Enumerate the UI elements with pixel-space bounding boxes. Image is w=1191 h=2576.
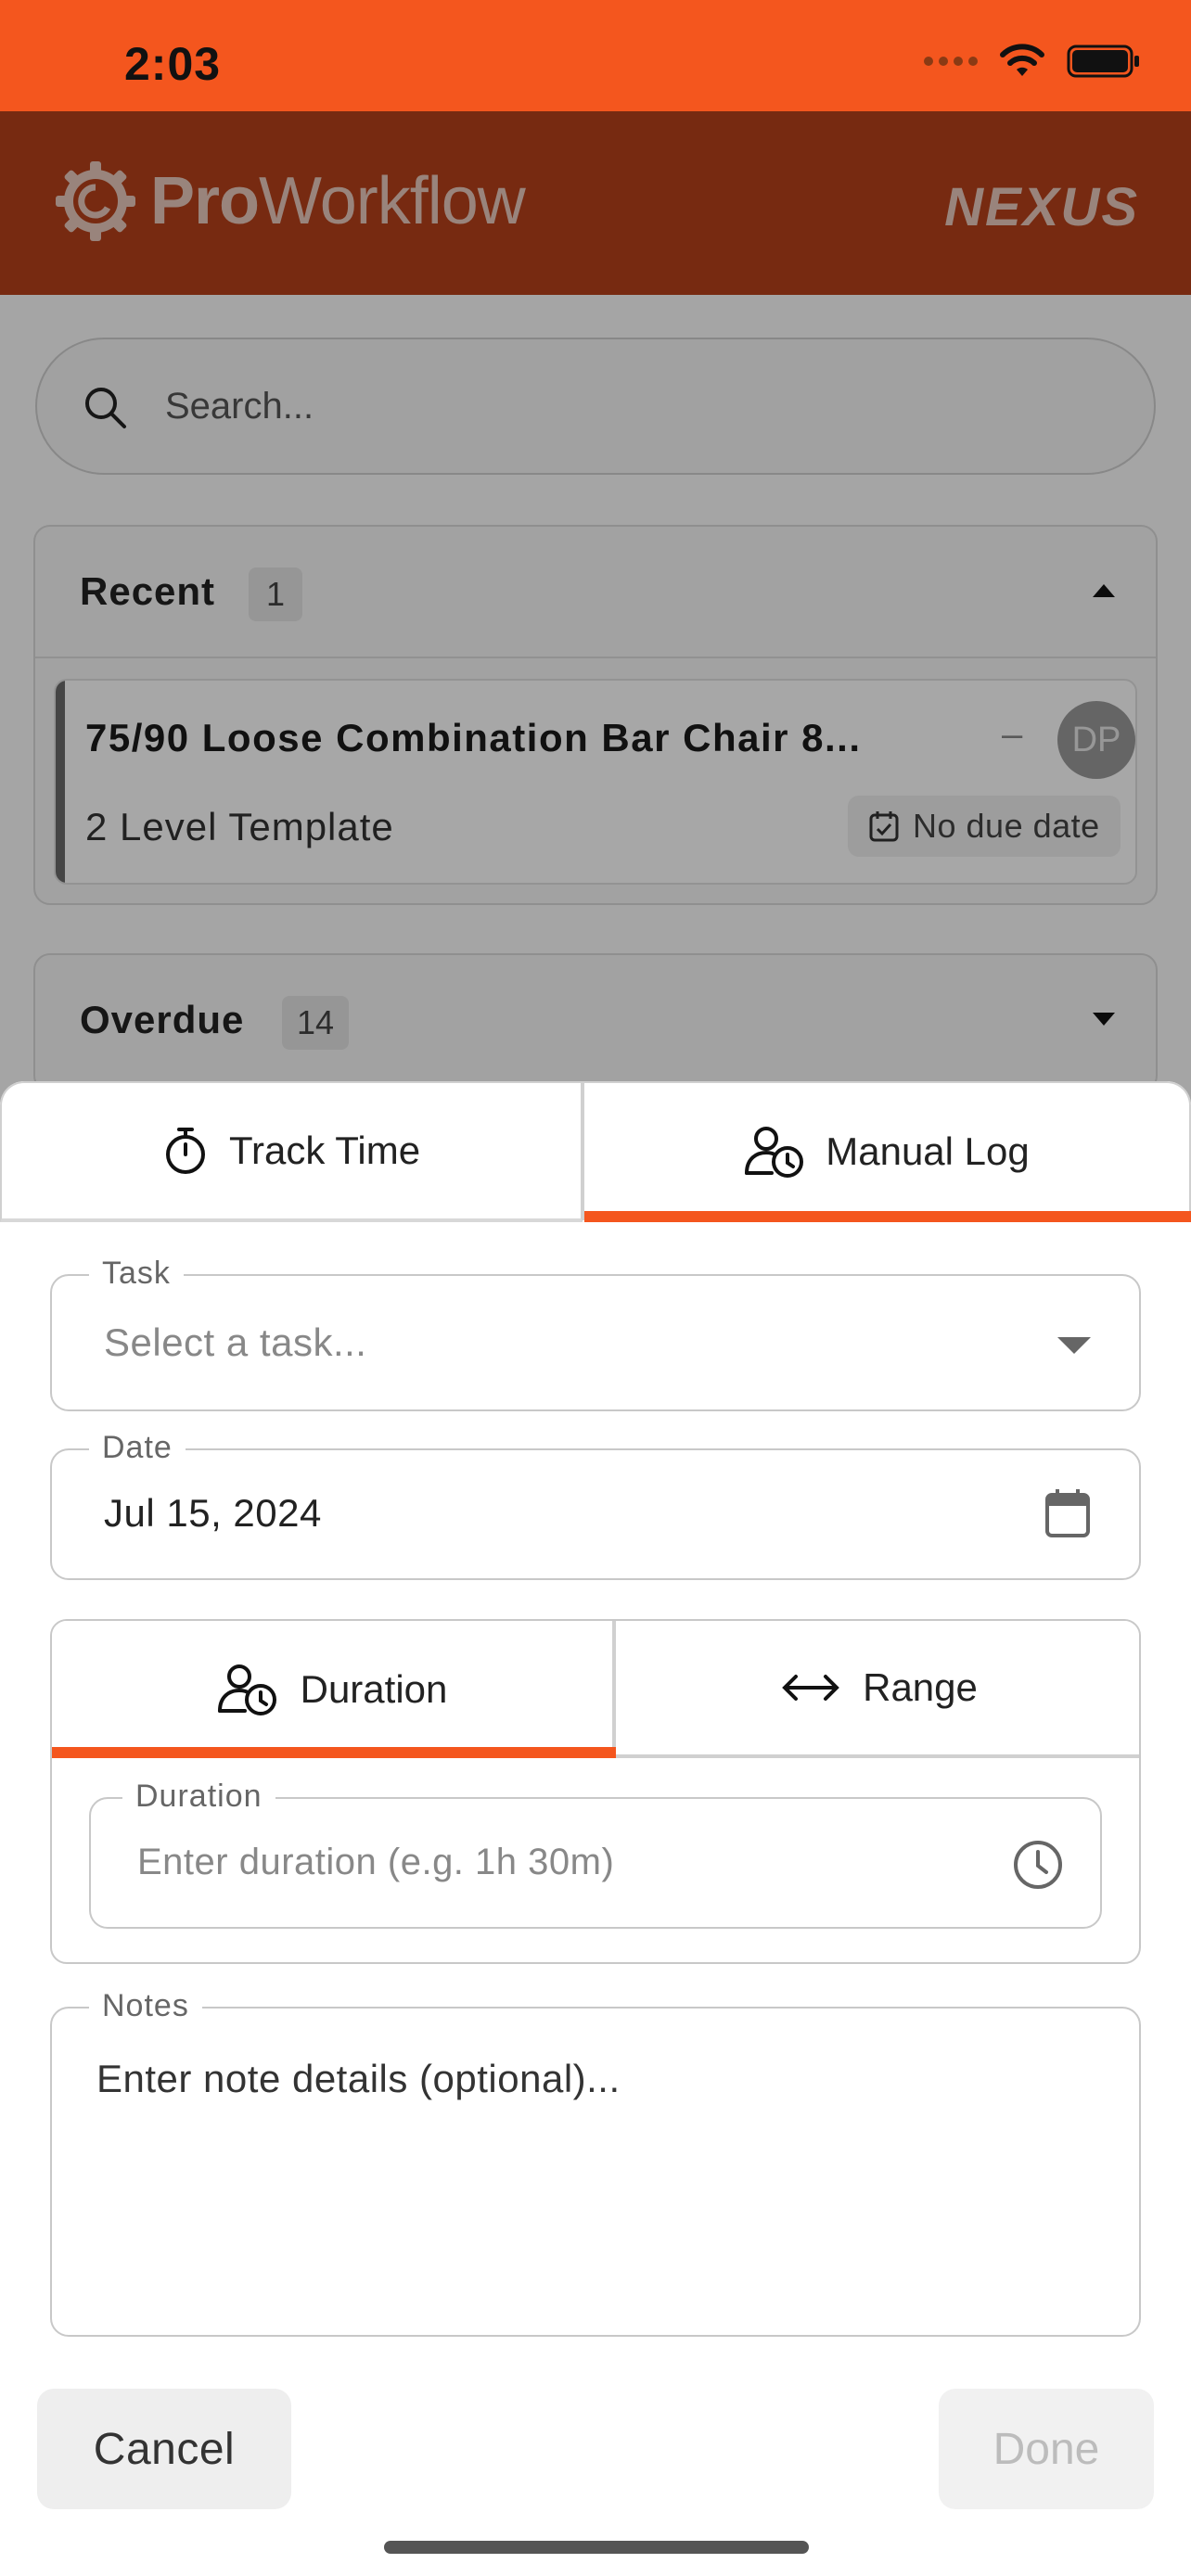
date-field[interactable]: Date Jul 15, 2024 <box>50 1430 1141 1580</box>
calendar-icon[interactable] <box>1044 1487 1091 1539</box>
date-value: Jul 15, 2024 <box>104 1491 322 1535</box>
chevron-down-icon <box>1057 1337 1091 1354</box>
active-mode-indicator <box>52 1747 616 1758</box>
active-tab-indicator <box>584 1211 1191 1222</box>
user-clock-icon <box>217 1664 276 1715</box>
tab-range[interactable]: Range <box>616 1621 1139 1758</box>
tab-label: Manual Log <box>826 1129 1030 1173</box>
duration-placeholder: Enter duration (e.g. 1h 30m) <box>137 1842 615 1882</box>
time-log-sheet: Track Time Manual Log Task Select a task… <box>0 1081 1191 2576</box>
status-bar: 2:03 <box>0 0 1191 111</box>
field-label: Notes <box>89 1988 202 2024</box>
duration-range-box: Duration Range Duration Enter duration (… <box>50 1619 1141 1964</box>
notes-textarea[interactable]: Notes Enter note details (optional)... <box>50 1988 1141 2337</box>
task-select-placeholder: Select a task... <box>104 1320 367 1364</box>
stopwatch-icon <box>165 1128 205 1174</box>
status-time: 2:03 <box>124 38 222 90</box>
cancel-button[interactable]: Cancel <box>37 2389 291 2509</box>
tab-label: Track Time <box>228 1129 421 1172</box>
home-indicator <box>384 2541 809 2554</box>
battery-icon <box>1067 45 1139 78</box>
clock-icon <box>1014 1841 1062 1889</box>
field-label: Date <box>89 1430 186 1466</box>
task-select[interactable]: Task Select a task... <box>50 1256 1141 1411</box>
tab-label: Duration <box>300 1667 448 1711</box>
user-clock-icon <box>745 1127 804 1178</box>
tab-label: Range <box>863 1665 978 1709</box>
tab-manual-log[interactable]: Manual Log <box>583 1081 1191 1220</box>
field-label: Duration <box>122 1779 275 1815</box>
tab-track-time[interactable]: Track Time <box>0 1081 583 1222</box>
cellular-signal-icon <box>924 57 978 66</box>
notes-placeholder: Enter note details (optional)... <box>96 2057 621 2100</box>
done-button[interactable]: Done <box>939 2389 1154 2509</box>
wifi-icon <box>1000 44 1044 76</box>
status-icons <box>924 43 1141 80</box>
time-mode-tabs: Track Time Manual Log <box>0 1081 1191 1222</box>
field-label: Task <box>89 1256 184 1292</box>
tab-duration[interactable]: Duration <box>52 1621 616 1758</box>
horizontal-arrows-icon <box>782 1675 839 1701</box>
duration-input[interactable]: Duration Enter duration (e.g. 1h 30m) <box>89 1779 1102 1929</box>
